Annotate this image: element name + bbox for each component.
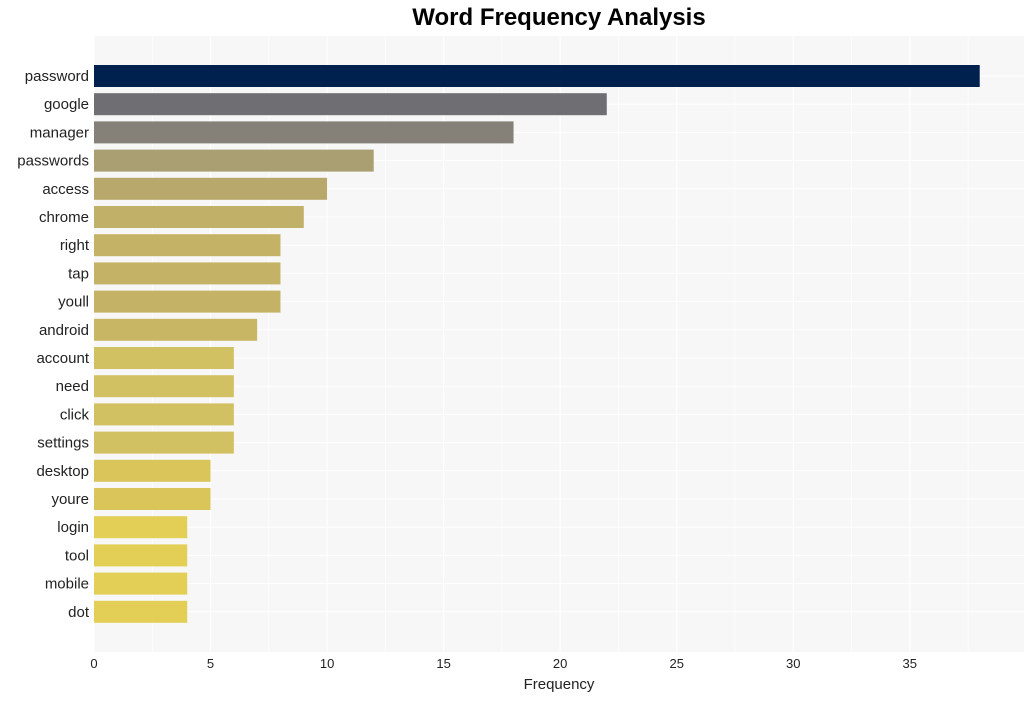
bar-google: [94, 93, 607, 116]
bar-tap: [94, 262, 281, 285]
bar-click: [94, 403, 234, 426]
category-label: chrome: [39, 209, 89, 226]
bar-mobile: [94, 572, 188, 595]
bar-access: [94, 177, 328, 200]
category-label: settings: [37, 435, 89, 452]
category-label: password: [25, 68, 89, 85]
category-label: mobile: [45, 576, 89, 593]
bar-youll: [94, 290, 281, 313]
category-label: google: [44, 96, 89, 113]
bar-password: [94, 65, 980, 87]
bar-chrome: [94, 206, 304, 228]
x-tick-label: 0: [90, 656, 97, 671]
bar-right: [94, 234, 281, 257]
bar-passwords: [94, 149, 374, 172]
x-tick-label: 15: [436, 656, 450, 671]
category-label: youll: [58, 294, 89, 311]
x-tick-label: 30: [786, 656, 800, 671]
category-label: passwords: [17, 153, 89, 170]
category-label: manager: [30, 124, 89, 141]
x-tick-label: 20: [553, 656, 567, 671]
category-label: desktop: [36, 463, 89, 480]
bar-login: [94, 516, 188, 539]
category-label: login: [57, 519, 89, 536]
bar-manager: [94, 121, 514, 144]
bar-chart: password google manager passwords access chro…: [17, 36, 1024, 693]
bar-need: [94, 375, 234, 398]
bar-account: [94, 347, 234, 369]
category-label: tool: [65, 547, 89, 564]
bar-youre: [94, 488, 211, 510]
x-tick-label: 10: [320, 656, 334, 671]
bar-dot: [94, 600, 188, 623]
category-label: access: [42, 181, 89, 198]
category-label: android: [39, 322, 89, 339]
bar-settings: [94, 431, 234, 454]
bar-desktop: [94, 459, 211, 482]
category-label: dot: [68, 604, 90, 621]
category-label: youre: [51, 491, 89, 508]
category-label: need: [56, 378, 89, 395]
x-tick-label: 25: [669, 656, 683, 671]
x-tick-label: 5: [207, 656, 214, 671]
category-label: right: [60, 237, 90, 254]
x-axis-title: Frequency: [524, 676, 595, 693]
bar-android: [94, 318, 258, 341]
category-label: account: [36, 350, 89, 367]
x-tick-label: 35: [903, 656, 917, 671]
category-label: tap: [68, 265, 89, 282]
bar-tool: [94, 544, 188, 567]
category-label: click: [60, 406, 90, 423]
